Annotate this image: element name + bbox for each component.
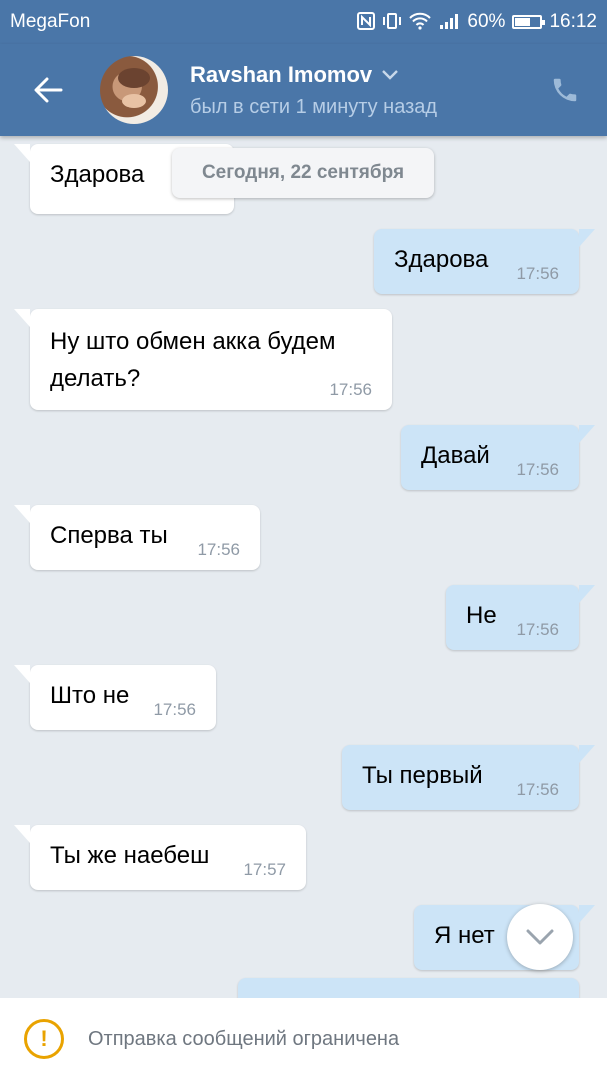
message-time: 17:57 [243, 860, 286, 879]
last-seen-status: был в сети 1 минуту назад [190, 95, 438, 118]
message-text: Здарова [50, 161, 145, 188]
message-outgoing[interactable]: Ты первый 17:56 [342, 745, 595, 810]
message-outgoing[interactable]: Давай 17:56 [401, 425, 595, 490]
phone-icon [553, 78, 577, 102]
message-list[interactable]: Сегодня, 22 сентября Здарова Здарова 17:… [0, 136, 607, 998]
message-incoming[interactable]: Ну што обмен акка будем делать? 17:56 [14, 309, 392, 410]
battery-icon [512, 15, 546, 29]
message-time: 17:56 [516, 460, 559, 479]
vibrate-icon [382, 12, 402, 33]
battery-level [515, 18, 530, 26]
signal-icon [438, 12, 460, 33]
warning-icon: ! [24, 1019, 64, 1059]
battery-percent: 60% [467, 11, 506, 32]
call-button[interactable] [523, 44, 607, 136]
message-outgoing[interactable]: Не 17:56 [446, 585, 595, 650]
message-text: Я нет [434, 922, 495, 949]
message-time: 17:56 [197, 540, 240, 559]
wifi-icon [409, 12, 432, 33]
message-text: Ты же наебеш [50, 842, 210, 869]
contact-info[interactable]: Ravshan Imomov был в сети 1 минуту назад [190, 62, 523, 119]
message-time: 17:56 [516, 780, 559, 799]
back-button[interactable] [0, 44, 96, 136]
message-text: Давай [421, 442, 490, 469]
scroll-to-bottom-button[interactable] [507, 904, 573, 970]
message-text: Што не [50, 682, 130, 709]
message-text: Ну што обмен акка будем делать? [50, 328, 336, 392]
status-icons: 60% 16:12 [357, 11, 597, 33]
message-text: Здарова [394, 246, 489, 273]
contact-name-text: Ravshan Imomov [190, 61, 373, 87]
message-time: 17:56 [516, 620, 559, 639]
date-separator: Сегодня, 22 сентября [172, 148, 434, 198]
message-incoming[interactable]: Сперва ты 17:56 [14, 505, 260, 570]
contact-name[interactable]: Ravshan Imomov [190, 62, 523, 88]
clock: 16:12 [549, 11, 597, 32]
carrier-name: MegaFon [10, 11, 91, 32]
message-outgoing[interactable]: Здарова 17:56 [374, 229, 595, 294]
chevron-down-icon [382, 69, 399, 80]
message-text: Не [466, 602, 497, 629]
message-time: 17:56 [329, 380, 372, 399]
messaging-restricted-bar: ! Отправка сообщений ограничена [0, 998, 607, 1080]
message-time: 17:56 [516, 264, 559, 283]
chevron-down-icon [526, 929, 554, 945]
message-outgoing[interactable] [238, 978, 579, 998]
chat-header: Ravshan Imomov был в сети 1 минуту назад [0, 44, 607, 136]
avatar[interactable] [100, 56, 168, 124]
message-time: 17:56 [153, 700, 196, 719]
message-incoming[interactable]: Што не 17:56 [14, 665, 216, 730]
message-text: Ты первый [362, 762, 483, 789]
restriction-notice: Отправка сообщений ограничена [88, 1027, 400, 1050]
message-incoming[interactable]: Ты же наебеш 17:57 [14, 825, 306, 890]
status-bar: MegaFon 60% 16:12 [0, 0, 607, 44]
nfc-icon [357, 11, 376, 33]
back-arrow-icon [34, 77, 63, 103]
message-text: Сперва ты [50, 522, 168, 549]
